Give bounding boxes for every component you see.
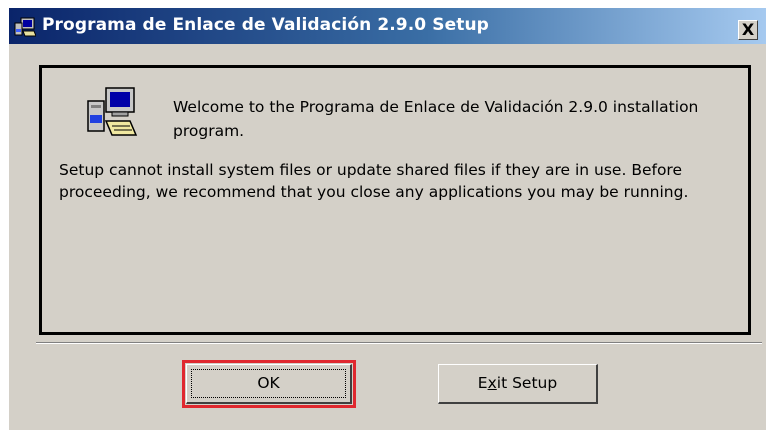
window-title: Programa de Enlace de Validación 2.9.0 S… (42, 15, 489, 35)
ok-button[interactable]: OK (182, 360, 356, 408)
exit-setup-button[interactable]: Exit Setup (438, 364, 598, 404)
setup-dialog: Programa de Enlace de Validación 2.9.0 S… (8, 7, 766, 430)
welcome-message: Welcome to the Programa de Enlace de Val… (173, 98, 699, 140)
exit-label-mnemonic: x (487, 374, 497, 392)
info-message: Setup cannot install system files or upd… (59, 161, 689, 201)
exit-label-suffix: it Setup (496, 374, 558, 392)
title-bar[interactable]: Programa de Enlace de Validación 2.9.0 S… (9, 8, 766, 44)
ok-button-label: OK (191, 369, 346, 398)
exit-label-prefix: E (477, 374, 488, 392)
divider (36, 342, 762, 344)
close-button[interactable]: X (738, 20, 758, 40)
setup-computer-icon (14, 17, 36, 37)
setup-computer-icon (87, 87, 138, 136)
welcome-panel: Welcome to the Programa de Enlace de Val… (39, 65, 751, 335)
